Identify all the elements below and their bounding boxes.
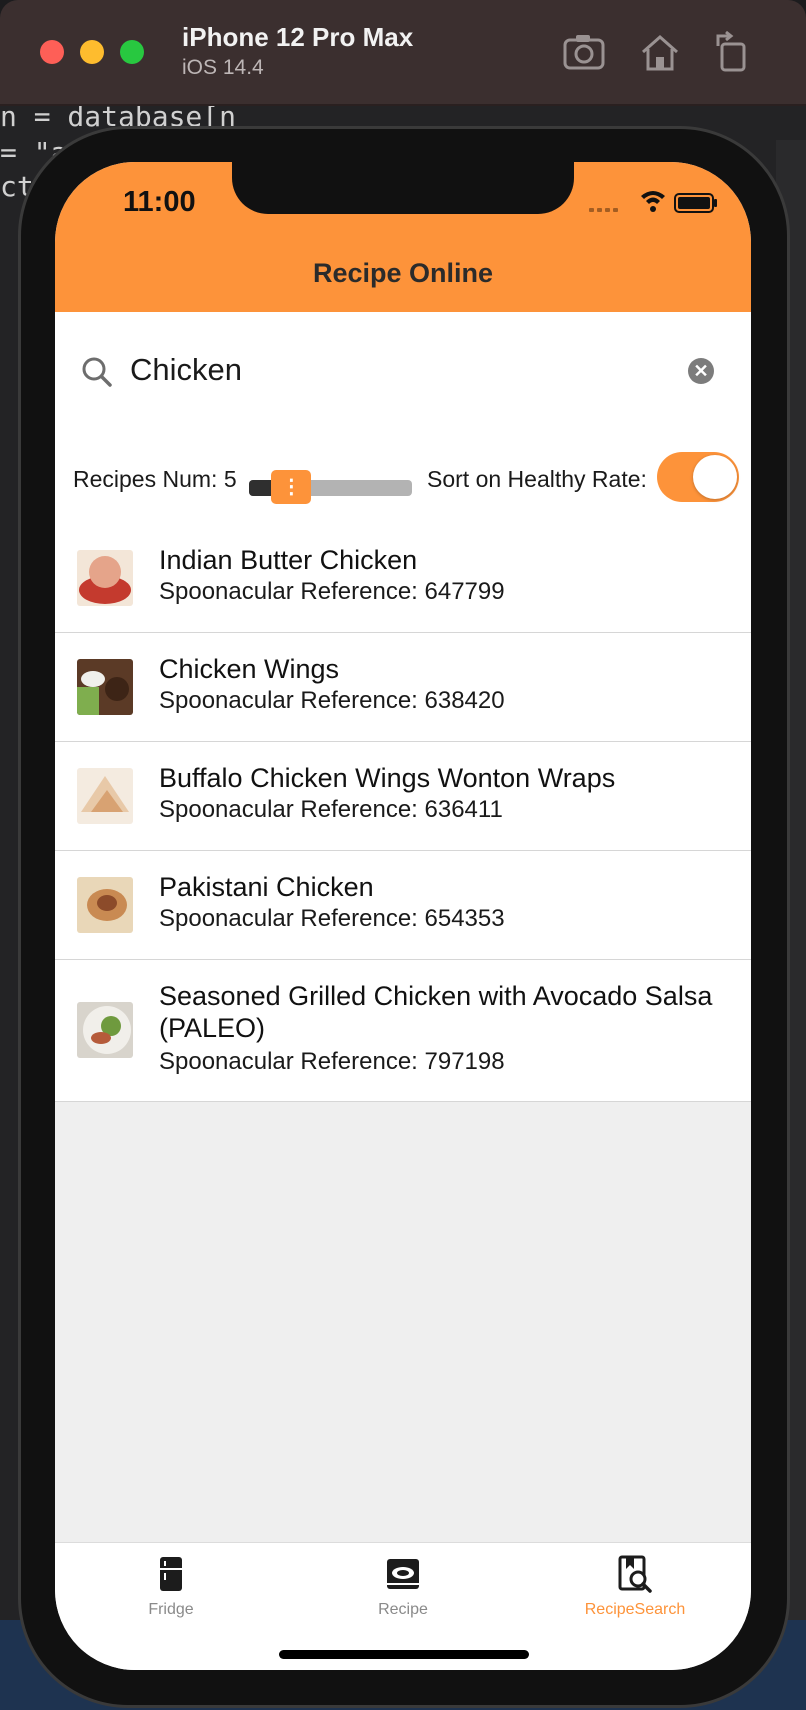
cellular-signal-icon <box>589 208 618 212</box>
toggle-knob <box>693 455 737 499</box>
phone-screen: 11:00 Recipe Online Chicken ✕ Recipes Nu… <box>55 162 751 1670</box>
wifi-icon <box>641 191 665 212</box>
recipe-search-icon <box>618 1555 652 1593</box>
recipe-list: Indian Butter Chicken Spoonacular Refere… <box>55 524 751 1102</box>
clear-search-button[interactable]: ✕ <box>688 358 714 384</box>
list-item[interactable]: Pakistani Chicken Spoonacular Reference:… <box>55 851 751 960</box>
search-input[interactable]: Chicken <box>130 352 242 388</box>
recipe-title: Buffalo Chicken Wings Wonton Wraps <box>159 763 616 793</box>
recipe-title: Indian Butter Chicken <box>159 545 418 575</box>
recipe-reference: Spoonacular Reference: 797198 <box>159 1048 505 1075</box>
close-window-button[interactable] <box>40 40 64 64</box>
search-icon <box>82 357 112 387</box>
list-item[interactable]: Chicken Wings Spoonacular Reference: 638… <box>55 633 751 742</box>
tab-label: Fridge <box>148 1601 194 1618</box>
tab-label: RecipeSearch <box>584 1601 686 1618</box>
device-name: iPhone 12 Pro Max <box>182 22 414 52</box>
tab-label: Recipe <box>378 1601 428 1618</box>
recipe-thumbnail <box>77 550 133 606</box>
recipe-icon <box>387 1559 419 1589</box>
slider-thumb[interactable]: ⋮ <box>271 470 312 504</box>
home-icon[interactable] <box>638 30 682 74</box>
home-indicator <box>279 1650 529 1659</box>
controls-row: Recipes Num: 5 ⋮ Sort on Healthy Rate: <box>55 436 751 524</box>
fridge-icon <box>160 1557 182 1591</box>
recipe-reference: Spoonacular Reference: 636411 <box>159 796 503 823</box>
tab-recipe-search[interactable]: RecipeSearch <box>519 1543 751 1670</box>
recipe-thumbnail <box>77 768 133 824</box>
screenshot-icon[interactable] <box>562 30 606 74</box>
recipe-title: Pakistani Chicken <box>159 872 374 902</box>
recipe-title: Seasoned Grilled Chicken with Avocado Sa… <box>159 981 713 1043</box>
list-item[interactable]: Seasoned Grilled Chicken with Avocado Sa… <box>55 960 751 1102</box>
sort-label: Sort on Healthy Rate: <box>427 466 647 492</box>
status-icons <box>589 191 717 213</box>
recipe-thumbnail <box>77 659 133 715</box>
os-version: iOS 14.4 <box>182 56 264 79</box>
zoom-window-button[interactable] <box>120 40 144 64</box>
rotate-icon[interactable] <box>710 30 754 74</box>
battery-icon <box>674 193 717 213</box>
minimize-window-button[interactable] <box>80 40 104 64</box>
recipe-reference: Spoonacular Reference: 647799 <box>159 578 505 605</box>
tab-fridge[interactable]: Fridge <box>55 1543 287 1670</box>
page-title: Recipe Online <box>312 258 494 288</box>
recipe-title: Chicken Wings <box>159 654 340 684</box>
search-bar[interactable]: Chicken ✕ <box>55 312 751 436</box>
list-item[interactable]: Buffalo Chicken Wings Wonton Wraps Spoon… <box>55 742 751 851</box>
status-time: 11:00 <box>123 186 196 218</box>
recipe-thumbnail <box>77 1002 133 1058</box>
healthy-sort-toggle[interactable] <box>657 452 739 502</box>
device-notch <box>232 162 574 214</box>
app-header: 11:00 Recipe Online <box>55 162 751 312</box>
recipes-num-label: Recipes Num: 5 <box>73 466 237 492</box>
list-item[interactable]: Indian Butter Chicken Spoonacular Refere… <box>55 524 751 633</box>
simulator-titlebar: iPhone 12 Pro Max iOS 14.4 <box>0 0 806 104</box>
recipe-reference: Spoonacular Reference: 654353 <box>159 905 505 932</box>
recipe-reference: Spoonacular Reference: 638420 <box>159 687 505 714</box>
recipe-thumbnail <box>77 877 133 933</box>
